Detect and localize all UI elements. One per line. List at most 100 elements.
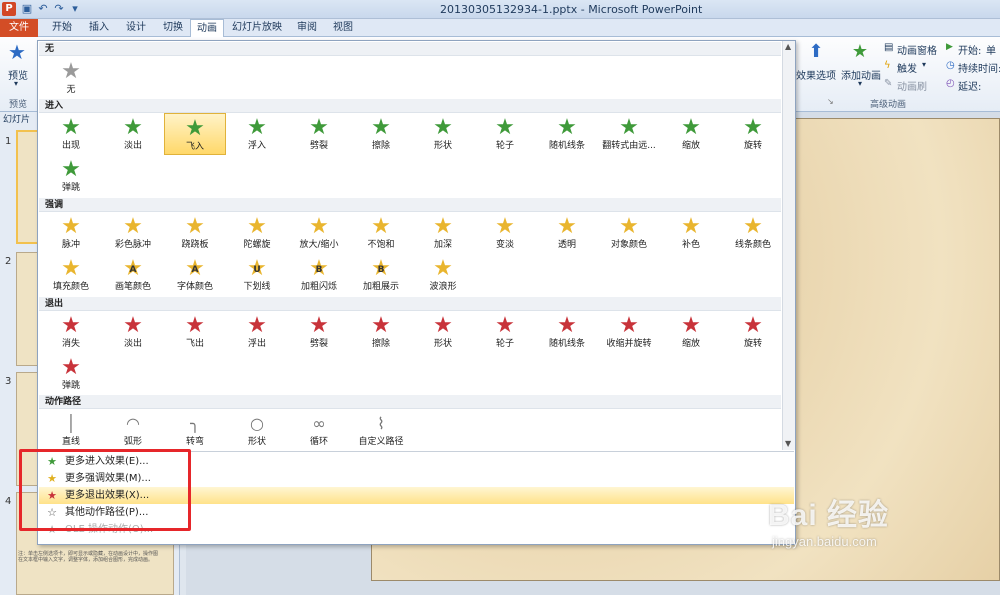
none-effect-0[interactable]: ★ 无	[40, 57, 102, 99]
path-effect-2[interactable]: ╮ 转弯	[164, 409, 226, 451]
animation-pane-button[interactable]: 动画窗格	[897, 42, 937, 57]
emphasis-effect-10[interactable]: ★ 补色	[660, 212, 722, 254]
entry-effect-3[interactable]: ★ 浮入	[226, 113, 288, 155]
exit-effect-3[interactable]: ★ 浮出	[226, 311, 288, 353]
emphasis-effect-12[interactable]: ★ 填充颜色	[40, 254, 102, 296]
redo-icon[interactable]: ↷	[52, 2, 66, 16]
scroll-down-icon[interactable]: ▼	[785, 439, 791, 448]
tab-design[interactable]: 设计	[118, 19, 154, 37]
animation-pane-icon[interactable]: ▤	[884, 42, 893, 53]
preview-star-icon[interactable]: ★	[6, 40, 28, 64]
exit-effect-2[interactable]: ★ 飞出	[164, 311, 226, 353]
entry-effect-0[interactable]: ★ 出现	[40, 113, 102, 155]
entry-effect-9[interactable]: ★ 翻转式由远...	[598, 113, 660, 155]
tab-view[interactable]: 视图	[326, 19, 360, 37]
emphasis-star-icon: ★	[61, 214, 81, 239]
path-effect-3[interactable]: ○ 形状	[226, 409, 288, 451]
save-icon[interactable]: ▣	[20, 2, 34, 16]
emphasis-effect-14[interactable]: ★ A 字体颜色	[164, 254, 226, 296]
more-menu-item-3[interactable]: ☆ 其他动作路径(P)...	[39, 504, 794, 521]
exit-effect-6[interactable]: ★ 形状	[412, 311, 474, 353]
exit-effect-1[interactable]: ★ 淡出	[102, 311, 164, 353]
tab-insert[interactable]: 插入	[81, 19, 117, 37]
tab-home[interactable]: 开始	[44, 19, 80, 37]
emphasis-effect-7[interactable]: ★ 变淡	[474, 212, 536, 254]
emphasis-effect-2[interactable]: ★ 跷跷板	[164, 212, 226, 254]
exit-effect-7[interactable]: ★ 轮子	[474, 311, 536, 353]
gallery-scrollbar[interactable]: ▲ ▼	[782, 41, 795, 450]
slides-panel-tab[interactable]: 幻灯片	[0, 112, 40, 128]
undo-icon[interactable]: ↶	[36, 2, 50, 16]
exit-effect-8[interactable]: ★ 随机线条	[536, 311, 598, 353]
emphasis-effect-label: 画笔颜色	[114, 282, 151, 292]
exit-effect-12[interactable]: ★ 弹跳	[40, 353, 102, 395]
exit-effect-11[interactable]: ★ 旋转	[722, 311, 784, 353]
entry-effect-5[interactable]: ★ 擦除	[350, 113, 412, 155]
path-effect-0[interactable]: │ 直线	[40, 409, 102, 451]
emphasis-effect-1[interactable]: ★ 彩色脉冲	[102, 212, 164, 254]
entry-effect-10[interactable]: ★ 缩放	[660, 113, 722, 155]
trigger-button[interactable]: 触发	[897, 60, 917, 75]
trigger-dropdown-icon[interactable]: ▾	[922, 60, 926, 69]
trigger-lightning-icon[interactable]: ϟ	[884, 60, 891, 71]
tab-animations[interactable]: 动画	[190, 19, 224, 38]
entry-effect-11[interactable]: ★ 旋转	[722, 113, 784, 155]
effect-options-button[interactable]: 效果选项	[796, 67, 836, 82]
green-star-icon: ★	[47, 455, 57, 468]
start-select[interactable]: 单	[986, 42, 996, 57]
exit-effect-10[interactable]: ★ 缩放	[660, 311, 722, 353]
path-effect-1[interactable]: ◠ 弧形	[102, 409, 164, 451]
section-exit: 退出	[39, 297, 781, 311]
entry-effect-6[interactable]: ★ 形状	[412, 113, 474, 155]
animation-gallery: 无 ★ 无 进入 ★ 出现 ★ 淡出 ★ 飞入 ★ 浮入 ★ 劈裂 ★ 擦除 ★ 形状 ★ 轮子 ★ 随机线条 ★ 翻转…	[37, 40, 796, 545]
path-effect-4[interactable]: ∞ 循环	[288, 409, 350, 451]
tab-review[interactable]: 审阅	[290, 19, 324, 37]
emphasis-effect-18[interactable]: ★ 波浪形	[412, 254, 474, 296]
exit-effect-label: 收缩并旋转	[606, 339, 652, 349]
more-menu-item-2[interactable]: ★ 更多退出效果(X)...	[39, 487, 794, 504]
none-star-icon: ★	[61, 59, 81, 84]
emphasis-effect-5[interactable]: ★ 不饱和	[350, 212, 412, 254]
emphasis-effect-label: 跷跷板	[181, 240, 209, 250]
path-effect-5[interactable]: ⌇ 自定义路径	[350, 409, 412, 451]
entry-effect-4[interactable]: ★ 劈裂	[288, 113, 350, 155]
entry-effect-label: 缩放	[681, 141, 700, 151]
emphasis-effect-3[interactable]: ★ 陀螺旋	[226, 212, 288, 254]
emphasis-star-icon: ★ A	[164, 256, 226, 282]
entry-effect-12[interactable]: ★ 弹跳	[40, 155, 102, 197]
advanced-animation-group-label: 高级动画	[870, 100, 907, 110]
emphasis-effect-0[interactable]: ★ 脉冲	[40, 212, 102, 254]
entry-effect-8[interactable]: ★ 随机线条	[536, 113, 598, 155]
exit-effect-4[interactable]: ★ 劈裂	[288, 311, 350, 353]
exit-effect-9[interactable]: ★ 收缩并旋转	[598, 311, 660, 353]
effect-options-arrow-icon[interactable]: ⬆	[806, 41, 826, 62]
emphasis-effect-16[interactable]: ★ B 加粗闪烁	[288, 254, 350, 296]
more-menu-item-0[interactable]: ★ 更多进入效果(E)...	[39, 453, 794, 470]
tab-transitions[interactable]: 切换	[155, 19, 191, 37]
exit-effect-5[interactable]: ★ 擦除	[350, 311, 412, 353]
quick-access-dropdown-icon[interactable]: ▾	[68, 2, 82, 16]
emphasis-effect-4[interactable]: ★ 放大/缩小	[288, 212, 350, 254]
entry-effect-1[interactable]: ★ 淡出	[102, 113, 164, 155]
exit-effect-label: 擦除	[371, 339, 390, 349]
emphasis-effect-label: 字体颜色	[176, 282, 213, 292]
emphasis-effect-15[interactable]: ★ U 下划线	[226, 254, 288, 296]
add-animation-dropdown-icon[interactable]: ▾	[858, 79, 862, 88]
more-menu-item-label: OLE 操作动作(O)...	[65, 524, 154, 535]
dialog-launcher-icon[interactable]: ↘	[827, 97, 834, 106]
emphasis-effect-6[interactable]: ★ 加深	[412, 212, 474, 254]
emphasis-effect-17[interactable]: ★ B 加粗展示	[350, 254, 412, 296]
emphasis-effect-9[interactable]: ★ 对象颜色	[598, 212, 660, 254]
tab-slideshow[interactable]: 幻灯片放映	[227, 19, 287, 37]
emphasis-effect-8[interactable]: ★ 透明	[536, 212, 598, 254]
emphasis-effect-11[interactable]: ★ 线条颜色	[722, 212, 784, 254]
preview-dropdown-icon[interactable]: ▾	[14, 79, 18, 88]
entry-effect-2[interactable]: ★ 飞入	[164, 113, 226, 155]
entry-effect-7[interactable]: ★ 轮子	[474, 113, 536, 155]
emphasis-effect-13[interactable]: ★ A 画笔颜色	[102, 254, 164, 296]
exit-effect-0[interactable]: ★ 消失	[40, 311, 102, 353]
more-menu-item-1[interactable]: ★ 更多强调效果(M)...	[39, 470, 794, 487]
add-animation-star-icon[interactable]: ★	[850, 41, 870, 62]
scroll-up-icon[interactable]: ▲	[785, 42, 791, 51]
tab-file[interactable]: 文件	[0, 19, 38, 37]
